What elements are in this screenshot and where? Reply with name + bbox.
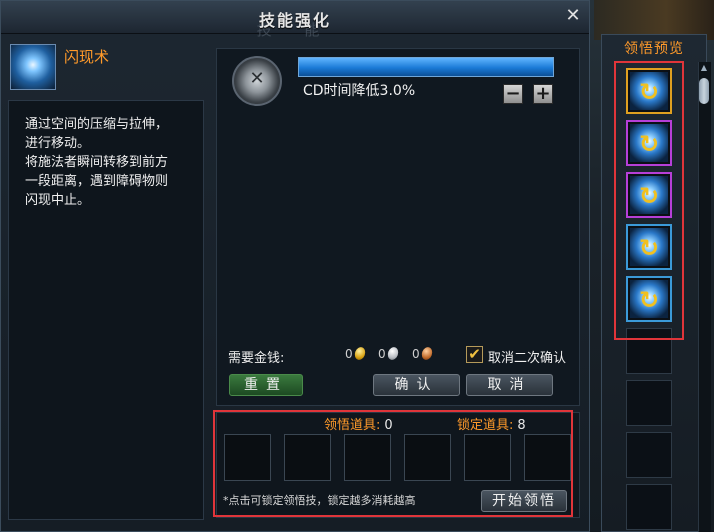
cooldown-effect-icon bbox=[232, 56, 282, 106]
skill-name: 闪现术 bbox=[64, 48, 110, 66]
cost-label: 需要金钱: bbox=[228, 351, 285, 366]
skill-description: 通过空间的压缩与拉伸， 进行移动。 将施法者瞬间转移到前方 一段距离，遇到障碍物… bbox=[25, 115, 195, 210]
item-slot[interactable] bbox=[344, 434, 391, 481]
cancel-confirm-label: 取消二次确认 bbox=[488, 351, 567, 366]
decrease-button[interactable]: − bbox=[503, 84, 523, 104]
preview-skill-icon[interactable] bbox=[626, 276, 672, 322]
enlighten-item-value: 0 bbox=[384, 418, 393, 433]
title-bar[interactable]: 技 能 技能强化 ✕ bbox=[1, 1, 589, 39]
preview-skill-icon[interactable] bbox=[626, 224, 672, 270]
lock-item-label: 锁定道具: bbox=[457, 418, 514, 433]
copper-coin-icon bbox=[419, 345, 434, 362]
increase-button[interactable]: + bbox=[533, 84, 553, 104]
preview-skill-icon[interactable] bbox=[626, 120, 672, 166]
gold-cost: 0 bbox=[345, 345, 367, 362]
description-line: 一段距离，遇到障碍物则 bbox=[25, 174, 169, 189]
cancel-confirm-checkbox[interactable]: ✔ bbox=[466, 346, 483, 363]
dialog-title: 技能强化 bbox=[258, 11, 331, 30]
lock-hint-text: *点击可锁定领悟技，锁定越多消耗越高 bbox=[223, 494, 416, 507]
item-slot[interactable] bbox=[464, 434, 511, 481]
preview-skill-icon[interactable] bbox=[626, 68, 672, 114]
item-slot[interactable] bbox=[224, 434, 271, 481]
scroll-up-icon[interactable]: ▲ bbox=[699, 62, 709, 74]
preview-empty-slot bbox=[626, 432, 672, 478]
preview-scrollbar[interactable] bbox=[698, 62, 711, 532]
description-line: 进行移动。 bbox=[25, 136, 91, 151]
preview-title: 领悟预览 bbox=[624, 41, 684, 57]
gold-amount: 0 bbox=[345, 347, 353, 361]
preview-skill-icon[interactable] bbox=[626, 172, 672, 218]
silver-coin-icon bbox=[385, 345, 400, 362]
silver-cost: 0 bbox=[378, 345, 400, 362]
gold-coin-icon bbox=[352, 345, 367, 362]
item-slot[interactable] bbox=[284, 434, 331, 481]
scrollbar-thumb[interactable] bbox=[699, 78, 709, 104]
lock-item-count: 锁定道具: 8 bbox=[457, 414, 526, 433]
cancel-button[interactable]: 取消 bbox=[466, 374, 553, 396]
reset-button[interactable]: 重置 bbox=[229, 374, 303, 396]
item-slot[interactable] bbox=[524, 434, 571, 481]
enhance-progress-bar bbox=[298, 57, 554, 77]
description-line: 闪现中止。 bbox=[25, 193, 91, 208]
enlighten-item-label: 领悟道具: bbox=[324, 418, 381, 433]
skill-description-panel: 通过空间的压缩与拉伸， 进行移动。 将施法者瞬间转移到前方 一段距离，遇到障碍物… bbox=[8, 100, 204, 520]
description-line: 将施法者瞬间转移到前方 bbox=[25, 155, 169, 170]
enlighten-item-count: 领悟道具: 0 bbox=[324, 414, 393, 433]
preview-empty-slot bbox=[626, 484, 672, 530]
lock-item-value: 8 bbox=[517, 418, 526, 433]
preview-empty-slot bbox=[626, 328, 672, 374]
item-slot[interactable] bbox=[404, 434, 451, 481]
effect-text: CD时间降低3.0% bbox=[303, 83, 416, 99]
preview-empty-slot bbox=[626, 380, 672, 426]
close-icon[interactable]: ✕ bbox=[563, 6, 583, 26]
enhance-progress-fill bbox=[299, 58, 553, 76]
blink-skill-icon bbox=[10, 44, 56, 90]
silver-amount: 0 bbox=[378, 347, 386, 361]
start-enlighten-button[interactable]: 开始领悟 bbox=[481, 490, 567, 512]
confirm-button[interactable]: 确认 bbox=[373, 374, 460, 396]
copper-amount: 0 bbox=[412, 347, 420, 361]
description-line: 通过空间的压缩与拉伸， bbox=[25, 117, 169, 132]
copper-cost: 0 bbox=[412, 345, 434, 362]
